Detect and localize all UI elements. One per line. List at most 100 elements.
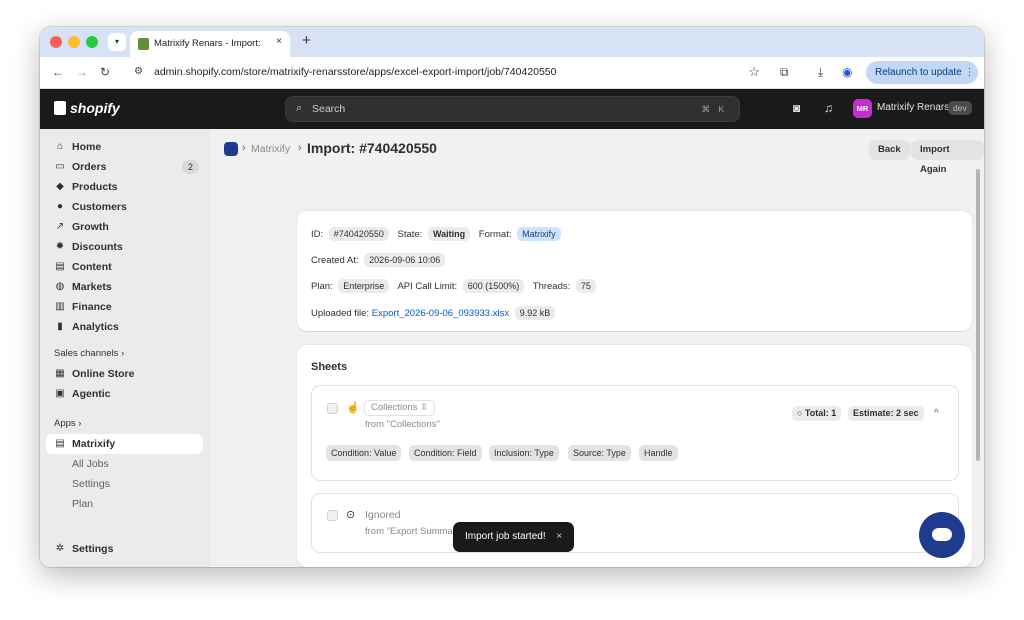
page-title: Import: #740420550 (307, 140, 437, 156)
search-icon: ⌕ (296, 102, 303, 114)
minimize-window-button[interactable] (68, 36, 80, 48)
column-tag: Condition: Value (326, 445, 402, 461)
shopify-favicon-icon (138, 38, 149, 50)
maximize-window-button[interactable] (86, 36, 98, 48)
breadcrumb-separator: › (298, 142, 302, 154)
tab-close-icon[interactable]: × (276, 36, 282, 47)
sidebar-item-growth[interactable]: ↗ Growth (46, 217, 203, 237)
sidebar-item-markets[interactable]: ◍ Markets (46, 277, 203, 297)
sheet-checkbox[interactable] (327, 403, 338, 414)
back-arrow-icon[interactable]: ← (52, 65, 64, 79)
avatar[interactable]: MR (853, 99, 872, 118)
person-icon: ● (56, 201, 64, 212)
download-icon[interactable]: ⤓ (818, 65, 823, 80)
help-circle-icon: ⊙ (346, 509, 356, 521)
sidebar-item-content[interactable]: ▤ Content (46, 257, 203, 277)
job-id-value: #740420550 (328, 227, 389, 241)
sidebar-subitem-label: All Jobs (72, 458, 109, 470)
sidebar-item-label: Products (72, 181, 118, 193)
sidebar-subitem-settings[interactable]: Settings (46, 474, 203, 494)
column-tag: Handle (639, 445, 678, 461)
store-name[interactable]: Matrixify Renars (877, 102, 949, 113)
main-scrollbar[interactable] (976, 169, 980, 461)
breadcrumb-app[interactable]: Matrixify (251, 143, 290, 155)
matrixify-app-icon[interactable] (224, 142, 238, 156)
chat-support-button[interactable] (919, 512, 965, 558)
sheet-type-select[interactable]: Collections ⇳ (364, 400, 436, 416)
profile-icon[interactable]: ◉ (842, 65, 852, 79)
plan-value: Enterprise (338, 279, 390, 293)
format-badge: Matrixify (517, 227, 561, 241)
sidebar-subitem-all-jobs[interactable]: All Jobs (46, 454, 203, 474)
sidebar-item-orders[interactable]: ▭ Orders 2 (46, 157, 203, 177)
browser-tab-bar: ▾ Matrixify Renars - Import: #74 × + (40, 27, 984, 57)
dev-badge: dev (948, 101, 972, 115)
new-tab-button[interactable]: + (302, 32, 311, 49)
orders-icon: ▭ (55, 161, 65, 172)
sheet-source: from "Export Summary" (365, 526, 465, 537)
url-text[interactable]: admin.shopify.com/store/matrixify-renars… (154, 66, 557, 78)
sidebar-item-home[interactable]: ⌂ Home (46, 137, 203, 157)
tab-search-button[interactable]: ▾ (108, 33, 126, 51)
sidebar-item-online-store[interactable]: ▦ Online Store (46, 364, 203, 384)
import-again-button[interactable]: Import Again (911, 140, 984, 175)
close-window-button[interactable] (50, 36, 62, 48)
sidebar-item-label: Customers (72, 201, 127, 213)
total-badge: ○ Total: 1 (792, 406, 842, 421)
browser-tab[interactable]: Matrixify Renars - Import: #74 × (130, 31, 290, 57)
file-size-badge: 9.92 kB (514, 306, 556, 320)
sidebar-item-label: Finance (72, 301, 112, 313)
address-bar[interactable]: ⚙ admin.shopify.com/store/matrixify-rena… (124, 60, 768, 85)
created-at-label: Created At: (311, 255, 359, 266)
sidebar-item-customers[interactable]: ● Customers (46, 197, 203, 217)
job-id-label: ID: (311, 229, 324, 240)
api-limit-label: API Call Limit: (397, 281, 458, 292)
sheet-name: Ignored (365, 509, 401, 521)
toast-notification: Import job started! × (453, 522, 575, 552)
sidebar-item-discounts[interactable]: ✹ Discounts (46, 237, 203, 257)
sidebar-item-products[interactable]: ◆ Products (46, 177, 203, 197)
toast-message: Import job started! (465, 531, 546, 542)
chevron-up-icon[interactable]: ^ (934, 408, 939, 419)
search-bar[interactable]: ⌕ Search ⌘ K (285, 96, 740, 122)
reload-icon[interactable]: ↻ (100, 65, 110, 79)
select-arrows-icon: ⇳ (420, 402, 429, 413)
content-icon: ▤ (55, 261, 65, 272)
sidebar-item-label: Agentic (72, 388, 111, 400)
tab-title: Matrixify Renars - Import: #74 (154, 38, 262, 49)
state-label: State: (397, 229, 423, 240)
chat-bubble-icon (932, 528, 952, 541)
sales-channels-heading[interactable]: Sales channels › (54, 348, 124, 359)
sidebar-item-settings[interactable]: ✲ Settings (46, 539, 203, 559)
sidebar-item-label: Matrixify (72, 438, 116, 450)
relaunch-to-update-button[interactable]: Relaunch to update ⋮ (866, 61, 978, 84)
sidebar-item-matrixify[interactable]: ▤ Matrixify (46, 434, 203, 454)
sheet-checkbox[interactable] (327, 510, 338, 521)
forward-arrow-icon[interactable]: → (76, 65, 88, 79)
column-tag: Inclusion: Type (489, 445, 559, 461)
uploaded-file-link[interactable]: Export_2026-09-06_093933.xlsx (372, 308, 509, 319)
sidebar-item-finance[interactable]: ▥ Finance (46, 297, 203, 317)
sidekick-icon[interactable]: ◙ (793, 101, 800, 115)
sheets-card: Sheets ☝ Collections ⇳ from "Collections… (297, 345, 972, 567)
column-tag: Source: Type (568, 445, 631, 461)
sidebar-subitem-plan[interactable]: Plan (46, 494, 203, 514)
estimate-badge: Estimate: 2 sec (848, 406, 924, 421)
search-placeholder: Search (312, 103, 346, 115)
bookmark-star-icon[interactable]: ☆ (748, 64, 760, 80)
created-at-value: 2026-09-06 10:06 (364, 253, 446, 267)
back-button[interactable]: Back (869, 140, 910, 160)
sidebar-item-label: Content (72, 261, 112, 273)
shopify-logo[interactable]: shopify (54, 100, 120, 116)
toast-close-icon[interactable]: × (556, 531, 562, 542)
bell-icon[interactable]: ♫ (824, 101, 833, 115)
site-info-icon[interactable]: ⚙ (134, 66, 143, 77)
breadcrumb-separator: › (242, 142, 246, 154)
extensions-icon[interactable]: ⧉ (780, 65, 789, 80)
sidebar-item-agentic[interactable]: ▣ Agentic (46, 384, 203, 404)
sidebar-item-analytics[interactable]: ▮ Analytics (46, 317, 203, 337)
browser-toolbar: ← → ↻ ⚙ admin.shopify.com/store/matrixif… (40, 57, 984, 89)
agentic-icon: ▣ (55, 388, 65, 399)
sheet-type-value: Collections (371, 402, 418, 413)
apps-heading[interactable]: Apps › (54, 418, 81, 429)
